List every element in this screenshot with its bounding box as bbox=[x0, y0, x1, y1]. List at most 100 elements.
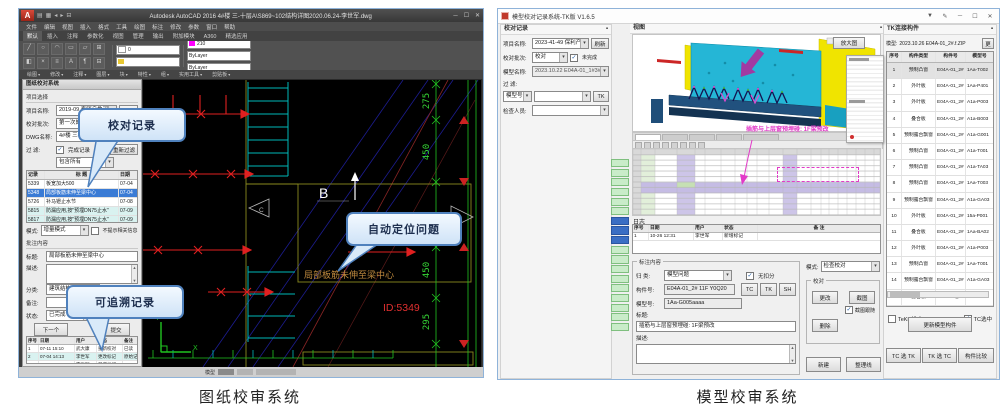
update-components-button[interactable]: 更新模型构件 bbox=[908, 317, 972, 332]
redo-icon[interactable]: ▸ bbox=[60, 12, 63, 19]
panel-label[interactable]: 特性 bbox=[138, 71, 151, 78]
checker-dropdown[interactable]: ▾ bbox=[532, 105, 609, 116]
maximize-button[interactable]: ☐ bbox=[969, 13, 981, 20]
panel-label[interactable]: 图层 bbox=[96, 71, 109, 78]
component-row[interactable]: 13 预制凸窗 E04A-01_2# 3F Y 1Aa-T001 bbox=[887, 257, 993, 273]
submit-button[interactable]: 提交 bbox=[102, 323, 130, 336]
ribbon-tab[interactable]: 精选应用 bbox=[221, 31, 251, 41]
ribbon-tab[interactable]: 参数化 bbox=[83, 31, 108, 41]
history-row[interactable]: 3 07-04 14:12 李世军 新增标记 bbox=[27, 361, 137, 364]
tool-icon[interactable]: ≡ bbox=[51, 57, 63, 69]
panel-label[interactable]: 绘图 bbox=[27, 71, 40, 78]
new-button[interactable]: 新建 bbox=[806, 357, 841, 372]
tool-icon[interactable]: ◠ bbox=[51, 43, 63, 55]
no-prompt-checkbox[interactable] bbox=[91, 227, 99, 235]
component-row[interactable]: 8 预制凸窗 E04A-01_2# 3F Y 1Aa-T003 bbox=[887, 176, 993, 192]
component-spreadsheet[interactable] bbox=[632, 148, 881, 216]
menu-item[interactable]: 格式 bbox=[95, 23, 112, 31]
history-row[interactable]: 2 07-04 14:13 李世军 更改标记 原始记录 07-04 14 bbox=[27, 353, 137, 361]
more-button[interactable]: 更 bbox=[982, 38, 994, 49]
linetype-dropdown[interactable]: ByLayer bbox=[187, 51, 251, 61]
pin-icon[interactable]: ▪ bbox=[606, 25, 608, 34]
desc-textarea[interactable]: ▲▼ bbox=[46, 264, 138, 284]
menu-item[interactable]: 绘图 bbox=[131, 23, 148, 31]
component-row[interactable]: 5 预制露台飘窗 E04A-01_2# 3F Y A1a-G001 bbox=[887, 128, 993, 144]
screenshot-follow-checkbox[interactable]: ✓ bbox=[845, 306, 853, 314]
screenshot-button[interactable]: 截图 bbox=[849, 291, 875, 304]
lineweight-dropdown[interactable]: ByLayer bbox=[187, 63, 251, 71]
record-row[interactable]: 5817 防漏应用,按"预埋DN75止水" 07-09 bbox=[27, 216, 137, 223]
component-row[interactable]: 14 预制露台飘窗 E04A-01_2# 1F Y A1a-GA03 bbox=[887, 273, 993, 289]
horizontal-scrollbar[interactable] bbox=[887, 291, 989, 298]
tc-to-tk-button[interactable]: TC 选 TK bbox=[886, 348, 921, 363]
tool-icon[interactable]: ○ bbox=[37, 43, 49, 55]
list-item[interactable] bbox=[611, 217, 629, 225]
minimize-button[interactable]: ─ bbox=[954, 13, 966, 19]
quick-access-toolbar[interactable]: ▤ ▦ ◂ ▸ ⊟ bbox=[37, 12, 71, 19]
save-icon[interactable]: ▦ bbox=[46, 12, 52, 19]
list-item[interactable] bbox=[611, 207, 629, 215]
menu-item[interactable]: 编辑 bbox=[41, 23, 58, 31]
tekla-select-checkbox[interactable] bbox=[888, 315, 896, 323]
filter-value-dropdown[interactable]: ▾ bbox=[534, 91, 591, 102]
tc-button[interactable]: TC bbox=[741, 283, 758, 296]
tool-icon[interactable]: A bbox=[65, 57, 77, 69]
component-row[interactable]: 7 预制凸窗 E04A-01_2# 3F Y A1a-TA03 bbox=[887, 160, 993, 176]
menu-item[interactable]: 参数 bbox=[185, 23, 202, 31]
tk-to-tc-button[interactable]: TK 选 TC bbox=[922, 348, 957, 363]
record-row[interactable]: 5348 局部板筋未伸至梁中心 07-04 bbox=[27, 189, 137, 198]
list-item[interactable] bbox=[611, 236, 629, 244]
project-dropdown[interactable]: 2023-41-49 保利产业片区2#-02#▾ bbox=[532, 38, 589, 49]
list-item[interactable] bbox=[611, 188, 629, 196]
menu-item[interactable]: 窗口 bbox=[203, 23, 220, 31]
history-row[interactable]: 1 07-11 15:10 武大康 重新校对 已读 bbox=[27, 345, 137, 353]
component-row[interactable]: 1 预制凸窗 E04A-01_2# 3F Y 1Aa-T002 bbox=[887, 63, 993, 79]
panel-label[interactable]: 注释 bbox=[73, 71, 86, 78]
list-item[interactable] bbox=[611, 275, 629, 283]
record-row[interactable]: 5339 板宽加大500 07-04 bbox=[27, 180, 137, 189]
list-item[interactable] bbox=[611, 304, 629, 312]
list-item[interactable] bbox=[611, 169, 629, 177]
filter-field-dropdown[interactable]: 模型号▾ bbox=[503, 91, 532, 102]
title-input[interactable]: 局部板筋未伸至梁中心 bbox=[46, 251, 138, 262]
sh-button[interactable]: SH bbox=[779, 283, 796, 296]
list-item[interactable] bbox=[611, 284, 629, 292]
panel-label[interactable]: 剪贴板 bbox=[212, 71, 230, 78]
list-item[interactable] bbox=[611, 323, 629, 331]
panel-label[interactable]: 块 bbox=[120, 71, 128, 78]
compare-button[interactable]: 构件比较 bbox=[958, 348, 994, 363]
panel-label[interactable]: 实用工具 bbox=[179, 71, 202, 78]
desc-textarea[interactable]: ▲▼ bbox=[636, 344, 796, 364]
model-tab[interactable]: 模型 bbox=[205, 369, 215, 376]
maximize-button[interactable]: ☐ bbox=[461, 12, 472, 19]
list-item[interactable] bbox=[611, 226, 629, 234]
menu-item[interactable]: 插入 bbox=[77, 23, 94, 31]
menu-item[interactable]: 工具 bbox=[113, 23, 130, 31]
ribbon-tab[interactable]: 插入 bbox=[43, 31, 62, 41]
tool-icon[interactable]: ◧ bbox=[23, 57, 35, 69]
tool-icon[interactable]: ▭ bbox=[65, 43, 77, 55]
list-item[interactable] bbox=[611, 255, 629, 263]
ribbon-tab[interactable]: 注释 bbox=[63, 31, 82, 41]
component-row[interactable]: 9 预制露台飘窗 E04A-01_2# 3F Y A1a-GA03 bbox=[887, 193, 993, 209]
tool-icon[interactable]: ⊟ bbox=[93, 57, 105, 69]
category-dropdown[interactable]: 模型问题▾ bbox=[664, 270, 732, 281]
color-dropdown[interactable]: 210 bbox=[187, 41, 251, 49]
layer-dropdown[interactable]: 0 bbox=[116, 45, 180, 55]
ribbon-tab[interactable]: 管理 bbox=[129, 31, 148, 41]
refilter-button[interactable]: 重新过滤 bbox=[110, 144, 138, 155]
list-item[interactable] bbox=[611, 246, 629, 254]
component-row[interactable]: 10 外叶板 E04A-01_2# 12F 15a-P001 bbox=[887, 209, 993, 225]
tk-button[interactable]: TK bbox=[760, 283, 777, 296]
tidy-button[interactable]: 整理线 bbox=[846, 357, 881, 372]
ribbon-tab[interactable]: 视图 bbox=[109, 31, 128, 41]
component-row[interactable]: 2 外叶板 E04A-01_2# 3F Y 1Aa-P401 bbox=[887, 79, 993, 95]
close-button[interactable]: ✕ bbox=[472, 12, 483, 19]
menu-item[interactable]: 视图 bbox=[59, 23, 76, 31]
ribbon-tab[interactable]: 输出 bbox=[149, 31, 168, 41]
filter-icon[interactable]: ▼ bbox=[924, 13, 936, 19]
list-item[interactable] bbox=[611, 198, 629, 206]
list-item[interactable] bbox=[611, 159, 629, 167]
component-row[interactable]: 6 预制凸窗 E04A-01_2# 3F Y A1a-T001 bbox=[887, 144, 993, 160]
scrollbar[interactable]: ▲▼ bbox=[131, 265, 137, 283]
